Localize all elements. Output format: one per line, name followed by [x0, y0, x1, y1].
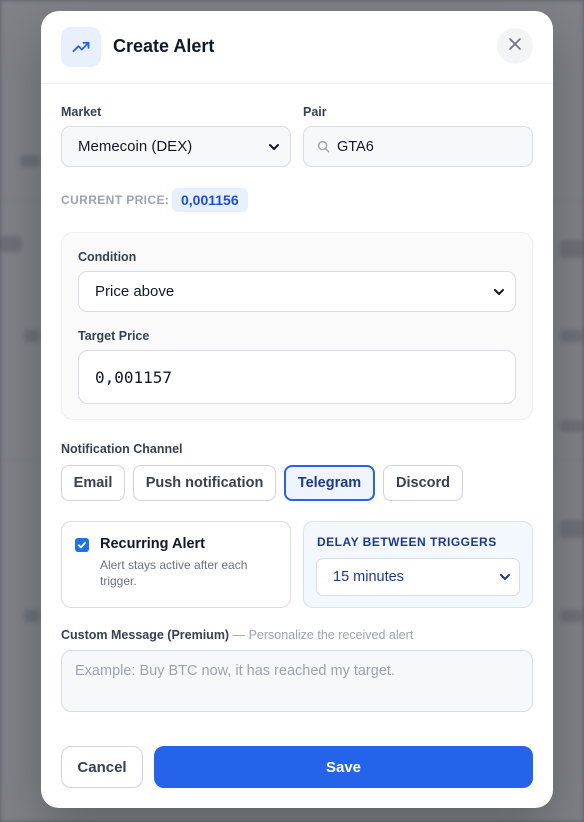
delay-select[interactable]: 15 minutes	[316, 558, 520, 596]
target-price-input[interactable]: 0,001157	[78, 350, 516, 404]
pair-value: GTA6	[337, 139, 374, 155]
market-selected-value: Memecoin (DEX)	[78, 138, 193, 155]
condition-label: Condition	[78, 250, 137, 264]
close-button[interactable]	[497, 28, 533, 64]
notification-channel-label: Notification Channel	[61, 442, 183, 456]
custom-message-label: Custom Message (Premium) — Personalize t…	[61, 628, 413, 642]
delay-card: DELAY BETWEEN TRIGGERS 15 minutes	[303, 521, 533, 608]
search-icon	[317, 140, 330, 158]
condition-selected-value: Price above	[95, 283, 175, 300]
dialog-header: Create Alert	[41, 11, 553, 84]
recurring-alert-description: Alert stays active after each trigger.	[100, 558, 248, 588]
channel-discord-button[interactable]: Discord	[383, 465, 463, 501]
dialog-title: Create Alert	[113, 36, 215, 56]
target-price-label: Target Price	[78, 329, 150, 343]
recurring-alert-card: Recurring Alert Alert stays active after…	[61, 521, 291, 608]
custom-message-hint: — Personalize the received alert	[232, 628, 414, 642]
chevron-down-icon	[499, 571, 511, 587]
custom-message-textarea[interactable]: Example: Buy BTC now, it has reached my …	[61, 650, 533, 712]
cancel-button[interactable]: Cancel	[61, 746, 143, 788]
condition-select[interactable]: Price above	[78, 271, 516, 312]
current-price-label: CURRENT PRICE:	[61, 193, 170, 207]
delay-selected-value: 15 minutes	[333, 569, 404, 585]
market-select[interactable]: Memecoin (DEX)	[61, 126, 291, 167]
pair-search-input[interactable]: GTA6	[303, 126, 533, 167]
chevron-down-icon	[268, 140, 280, 157]
close-icon	[508, 37, 522, 56]
trending-up-icon	[61, 27, 101, 67]
channel-email-button[interactable]: Email	[61, 465, 125, 501]
save-button[interactable]: Save	[154, 746, 533, 788]
delay-label: DELAY BETWEEN TRIGGERS	[317, 535, 497, 549]
channel-push-button[interactable]: Push notification	[133, 465, 276, 501]
current-price-badge: 0,001156	[172, 188, 248, 212]
create-alert-dialog: Create Alert Market Memecoin (DEX) Pair …	[41, 11, 553, 808]
recurring-alert-title: Recurring Alert	[100, 536, 206, 552]
market-label: Market	[61, 105, 102, 119]
custom-message-title: Custom Message (Premium)	[61, 628, 230, 642]
recurring-alert-checkbox[interactable]	[75, 538, 89, 552]
chevron-down-icon	[493, 285, 505, 302]
pair-label: Pair	[303, 105, 327, 119]
channel-telegram-button[interactable]: Telegram	[284, 465, 375, 501]
